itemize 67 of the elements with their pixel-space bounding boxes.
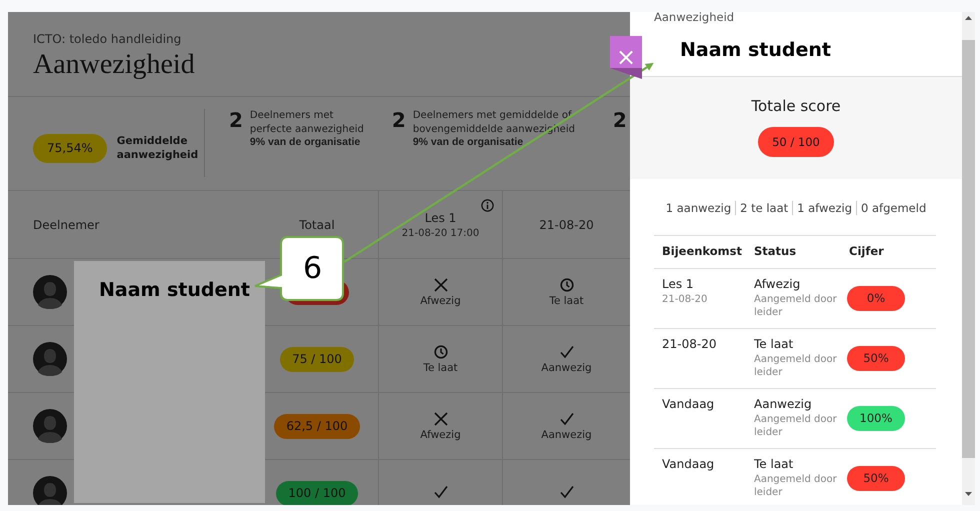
status-text: Afwezig xyxy=(754,277,802,291)
column-header: 21-08-20 xyxy=(539,218,594,232)
summary-count: 1 aanwezig xyxy=(664,201,732,215)
status-note: Aangemeld door leider xyxy=(754,353,838,379)
summary-count: 2 te laat xyxy=(735,201,792,215)
session-name: 21-08-20 xyxy=(662,337,718,351)
down-arrow-icon xyxy=(965,492,972,496)
status-note: Aangemeld door leider xyxy=(754,293,838,319)
avatar-icon xyxy=(33,409,67,443)
check-icon xyxy=(560,344,574,358)
column-date: 21-08-20 17:00 xyxy=(402,228,480,238)
score-badge: 50 / 100 xyxy=(758,127,834,157)
column-header: Status xyxy=(746,236,841,269)
session-name: Vandaag xyxy=(662,457,716,471)
check-icon xyxy=(560,484,574,498)
column-header: Bijeenkomst xyxy=(654,236,746,269)
stat-text: Deelnemers met perfecte aanwezigheid 9% van de organisatie xyxy=(250,109,365,150)
average-label: Gemiddelde aanwezigheid xyxy=(116,134,197,162)
status-label: Afwezig xyxy=(420,428,461,440)
grade-badge: 50% xyxy=(847,346,905,371)
status-label: Te laat xyxy=(423,362,458,374)
check-icon xyxy=(560,412,574,426)
score-badge: 100 / 100 xyxy=(276,480,358,505)
check-icon xyxy=(434,484,448,498)
student-name: Naam student xyxy=(680,39,832,61)
grade-badge: 100% xyxy=(847,406,905,431)
avatar-icon xyxy=(33,275,67,309)
score-label: Totale score xyxy=(751,97,841,115)
average-badge: 75,54% xyxy=(33,134,107,162)
breadcrumb[interactable]: ICTO: toledo handleiding xyxy=(33,32,182,46)
status-label: Aanwezig xyxy=(541,428,592,440)
status-label: Te laat xyxy=(549,294,584,306)
column-header: Les 1 xyxy=(424,210,456,224)
redaction-label: Naam student xyxy=(99,279,250,301)
grade-badge: 0% xyxy=(847,286,905,311)
summary-count: 1 afwezig xyxy=(792,201,856,215)
session-name: Les 1 xyxy=(662,277,695,291)
page-title: Aanwezigheid xyxy=(33,49,195,81)
column-header: Deelnemer xyxy=(33,218,100,232)
status-label: Afwezig xyxy=(420,294,461,306)
avatar-icon xyxy=(33,342,67,376)
status-text: Te laat xyxy=(754,457,794,471)
cross-icon xyxy=(434,278,448,292)
grade-badge: 50% xyxy=(847,466,905,491)
column-header: Totaal xyxy=(299,218,335,232)
callout-number: 6 xyxy=(302,250,324,288)
breadcrumb: Aanwezigheid xyxy=(654,12,736,23)
status-note: Aangemeld door leider xyxy=(754,473,838,499)
cross-icon xyxy=(434,412,448,426)
summary-count: 0 afgemeld xyxy=(856,201,930,215)
clock-icon xyxy=(560,278,574,292)
avatar-icon xyxy=(33,476,67,505)
score-badge: 62,5 / 100 xyxy=(274,414,360,438)
up-arrow-icon xyxy=(965,16,972,20)
stat-count: 2 xyxy=(229,109,243,134)
session-name: Vandaag xyxy=(662,397,716,411)
clock-icon xyxy=(434,344,448,358)
status-label: Aanwezig xyxy=(541,362,592,374)
status-text: Te laat xyxy=(754,337,794,351)
info-icon[interactable] xyxy=(481,199,494,212)
status-text: Aanwezig xyxy=(754,397,813,411)
score-badge: 75 / 100 xyxy=(280,346,354,372)
stat-count: 2 xyxy=(612,109,627,131)
status-note: Aangemeld door leider xyxy=(754,413,838,439)
session-date: 21-08-20 xyxy=(662,293,708,306)
column-header: Cijfer xyxy=(841,236,936,269)
stat-count: 2 xyxy=(392,109,406,134)
